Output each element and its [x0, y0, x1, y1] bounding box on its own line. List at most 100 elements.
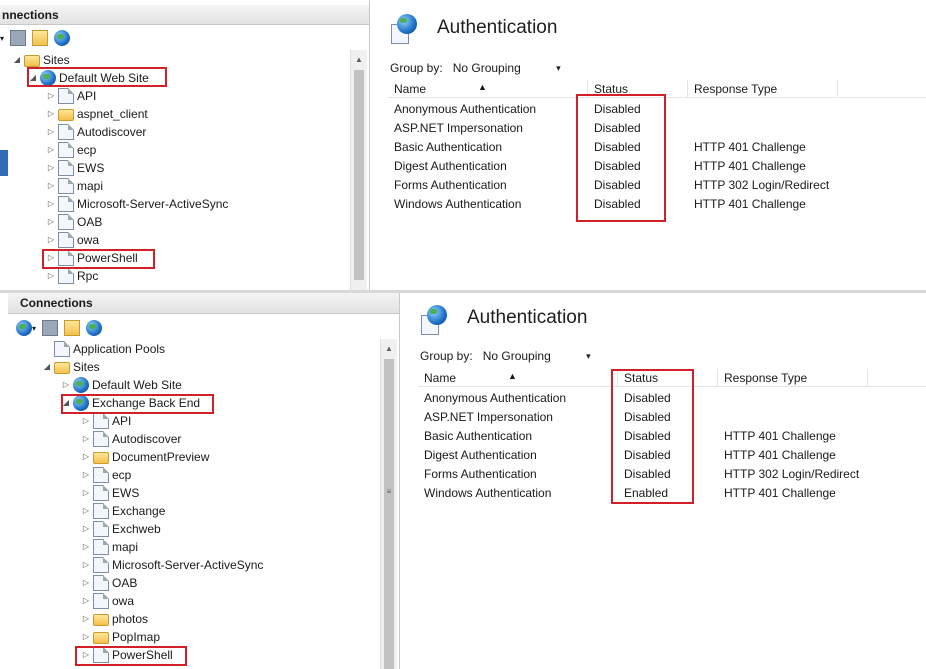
expand-icon[interactable]: ▷	[46, 249, 56, 267]
expand-icon[interactable]	[42, 340, 52, 358]
tree-node[interactable]: ◢ Default Web Site	[28, 69, 149, 87]
expand-icon[interactable]: ▷	[46, 177, 56, 195]
tree-node[interactable]: ▷ Exchange	[81, 502, 165, 520]
expand-icon[interactable]: ▷	[81, 412, 91, 430]
table-row[interactable]: Digest Authentication Disabled HTTP 401 Ch…	[388, 157, 838, 176]
save-icon[interactable]	[42, 320, 59, 336]
dropdown-arrow-icon[interactable]: ▾	[32, 324, 36, 333]
tree-node[interactable]: ▷ Autodiscover	[81, 430, 181, 448]
expand-icon[interactable]: ▷	[81, 430, 91, 448]
app-icon	[58, 232, 74, 248]
tree-node[interactable]: ▷ mapi	[46, 177, 103, 195]
table-row[interactable]: Windows Authentication Enabled HTTP 401 Ch…	[418, 484, 868, 503]
tree-node[interactable]: ▷ DocumentPreview	[81, 448, 209, 466]
group-by-select[interactable]: No Grouping	[479, 346, 595, 366]
expand-icon[interactable]: ▷	[81, 574, 91, 592]
expand-icon[interactable]: ▷	[46, 213, 56, 231]
expand-icon[interactable]: ▷	[81, 556, 91, 574]
tree-node[interactable]: ▷ EWS	[46, 159, 104, 177]
tree-node[interactable]: ▷ Microsoft-Server-ActiveSync	[46, 195, 228, 213]
tree-node[interactable]: ▷ Autodiscover	[46, 123, 146, 141]
bottom-tree-scrollbar[interactable]: ▲ ≡	[380, 339, 397, 669]
column-header[interactable]: Status	[618, 369, 718, 386]
expand-icon[interactable]: ▷	[81, 502, 91, 520]
scroll-thumb[interactable]	[384, 359, 394, 669]
expand-icon[interactable]: ▷	[81, 466, 91, 484]
column-header[interactable]: Status	[588, 80, 688, 97]
connections-toolbar: ▾	[0, 27, 369, 49]
collapse-icon[interactable]: ◢	[12, 51, 22, 69]
tree-node[interactable]: ◢ Sites	[12, 51, 70, 69]
save-icon[interactable]	[10, 30, 27, 46]
table-row[interactable]: Digest Authentication Disabled HTTP 401 Ch…	[418, 446, 868, 465]
tree-node[interactable]: ▷ aspnet_client	[46, 105, 148, 123]
expand-icon[interactable]: ▷	[46, 231, 56, 249]
table-row[interactable]: Anonymous Authentication Disabled	[388, 100, 838, 119]
disconnect-icon[interactable]	[54, 30, 71, 46]
tree-node[interactable]: ▷ OAB	[81, 574, 137, 592]
tree-node[interactable]: ▷ Microsoft-Server-ActiveSync	[81, 556, 263, 574]
tree-node[interactable]: ▷ PowerShell	[81, 646, 173, 664]
connect-icon[interactable]	[16, 320, 32, 336]
expand-icon[interactable]: ▷	[46, 123, 56, 141]
disconnect-icon[interactable]	[86, 320, 103, 336]
table-row[interactable]: Basic Authentication Disabled HTTP 401 Cha…	[418, 427, 868, 446]
expand-icon[interactable]: ▷	[81, 538, 91, 556]
tree-node[interactable]: ▷ API	[46, 87, 96, 105]
column-header[interactable]: Name ▲	[388, 80, 588, 97]
tree-node[interactable]: ▷ EWS	[81, 484, 139, 502]
expand-icon[interactable]: ▷	[46, 267, 56, 285]
tree-node[interactable]: ▷ mapi	[81, 538, 138, 556]
expand-icon[interactable]: ▷	[81, 646, 91, 664]
column-header[interactable]: Name ▲	[418, 369, 618, 386]
tree-node[interactable]: ▷ ecp	[46, 141, 96, 159]
column-header[interactable]: Response Type	[718, 369, 868, 386]
expand-icon[interactable]: ▷	[61, 376, 71, 394]
tree-node[interactable]: ▷ API	[81, 412, 131, 430]
group-by-select[interactable]: No Grouping	[449, 58, 565, 78]
tree-node[interactable]: ▷ Exchweb	[81, 520, 161, 538]
table-row[interactable]: Forms Authentication Disabled HTTP 302 Log…	[388, 176, 838, 195]
table-row[interactable]: Basic Authentication Disabled HTTP 401 Cha…	[388, 138, 838, 157]
tree-node[interactable]: ▷ Default Web Site	[61, 376, 182, 394]
expand-icon[interactable]: ▷	[46, 105, 56, 123]
scroll-thumb[interactable]	[354, 70, 364, 280]
expand-icon[interactable]: ▷	[46, 195, 56, 213]
dropdown-arrow-icon[interactable]: ▾	[0, 34, 4, 43]
expand-icon[interactable]: ▷	[46, 159, 56, 177]
tree-node[interactable]: ▷ OAB	[46, 213, 102, 231]
tree-node[interactable]: ▷ PowerShell	[46, 249, 138, 267]
tree-node[interactable]: ◢ Exchange Back End	[61, 394, 200, 412]
expand-icon[interactable]: ▷	[81, 592, 91, 610]
table-row[interactable]: Anonymous Authentication Disabled	[418, 389, 868, 408]
tree-node[interactable]: ▷ photos	[81, 610, 148, 628]
collapse-icon[interactable]: ◢	[61, 394, 71, 412]
up-level-icon[interactable]	[32, 30, 49, 46]
expand-icon[interactable]: ▷	[46, 141, 56, 159]
tree-node[interactable]: ▷ ecp	[81, 466, 131, 484]
tree-node[interactable]: Application Pools	[42, 340, 165, 358]
tree-node[interactable]: ▷ owa	[81, 592, 134, 610]
expand-icon[interactable]: ▷	[46, 87, 56, 105]
expand-icon[interactable]: ▷	[81, 520, 91, 538]
up-level-icon[interactable]	[64, 320, 81, 336]
column-header[interactable]: Response Type	[688, 80, 838, 97]
collapse-icon[interactable]: ◢	[42, 358, 52, 376]
expand-icon[interactable]: ▷	[81, 610, 91, 628]
table-row[interactable]: Forms Authentication Disabled HTTP 302 Log…	[418, 465, 868, 484]
expand-icon[interactable]: ▷	[81, 628, 91, 646]
top-tree-scrollbar[interactable]: ▲	[350, 50, 367, 290]
tree-node[interactable]: ▷ Rpc	[46, 267, 98, 285]
expand-icon[interactable]: ▷	[81, 484, 91, 502]
scroll-up-icon[interactable]: ▲	[381, 341, 397, 357]
scroll-up-icon[interactable]: ▲	[351, 52, 367, 68]
tree-node[interactable]: ▷ PopImap	[81, 628, 160, 646]
table-row[interactable]: Windows Authentication Disabled HTTP 401 C…	[388, 195, 838, 214]
expand-icon[interactable]: ▷	[81, 448, 91, 466]
table-row[interactable]: ASP.NET Impersonation Disabled	[418, 408, 868, 427]
collapse-icon[interactable]: ◢	[28, 69, 38, 87]
tree-node[interactable]: ▷ owa	[46, 231, 99, 249]
tree-node[interactable]: ◢ Sites	[42, 358, 100, 376]
table-row[interactable]: ASP.NET Impersonation Disabled	[388, 119, 838, 138]
bottom-connections-tree: Application Pools ◢ Sites ▷ Default Web Site…	[8, 339, 380, 669]
